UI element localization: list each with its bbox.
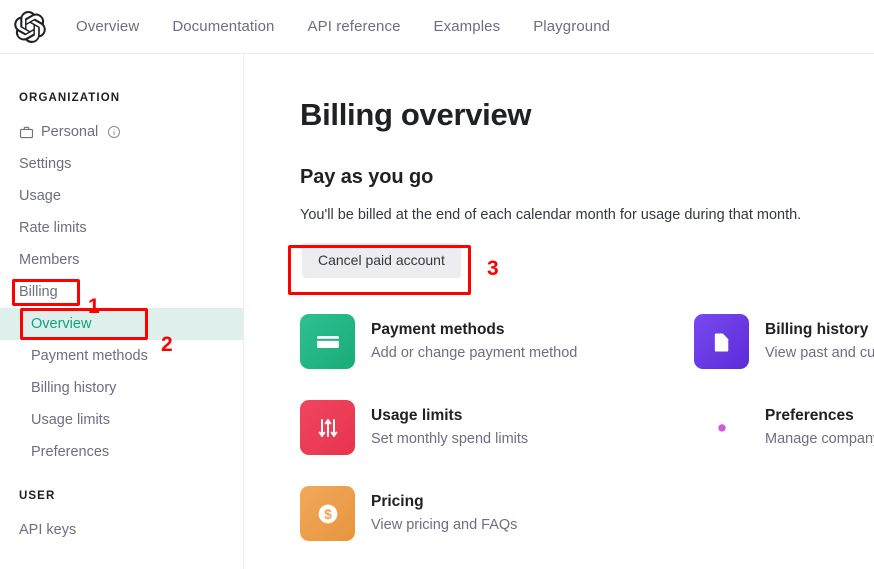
sidebar-item-members[interactable]: Members <box>0 244 243 276</box>
gear-icon <box>694 400 749 455</box>
page-title: Billing overview <box>300 97 874 133</box>
sidebar-item-personal-label: Personal <box>41 122 98 142</box>
dollar-circle-icon: $ <box>300 486 355 541</box>
sidebar-item-settings[interactable]: Settings <box>0 148 243 180</box>
card-title: Billing history <box>765 319 874 340</box>
sidebar-spacer <box>0 468 243 490</box>
card-text: Pricing View pricing and FAQs <box>371 486 517 535</box>
section-title-pay-as-you-go: Pay as you go <box>300 166 874 189</box>
card-title: Usage limits <box>371 405 528 426</box>
card-text: Payment methods Add or change payment me… <box>371 314 577 363</box>
card-usage-limits[interactable]: Usage limits Set monthly spend limits <box>300 400 694 486</box>
sidebar-subitem-usage-limits[interactable]: Usage limits <box>0 404 243 436</box>
sidebar-item-rate-limits-label: Rate limits <box>19 218 87 238</box>
card-subtitle: Add or change payment method <box>371 343 577 363</box>
card-title: Payment methods <box>371 319 577 340</box>
card-preferences[interactable]: Preferences Manage company details <box>694 400 874 486</box>
card-text: Preferences Manage company details <box>765 400 874 449</box>
section-description: You'll be billed at the end of each cale… <box>300 207 874 223</box>
sidebar-section-user: USER <box>0 490 243 502</box>
sidebar-item-api-keys-label: API keys <box>19 520 76 540</box>
card-subtitle: View pricing and FAQs <box>371 515 517 535</box>
sidebar-item-usage-label: Usage <box>19 186 61 206</box>
nav-link-overview[interactable]: Overview <box>76 18 139 35</box>
card-payment-methods[interactable]: Payment methods Add or change payment me… <box>300 314 694 400</box>
sidebar-section-organization: ORGANIZATION <box>0 92 243 104</box>
top-nav-links: Overview Documentation API reference Exa… <box>76 18 643 35</box>
card-pricing[interactable]: $ Pricing View pricing and FAQs <box>300 486 694 569</box>
cancel-paid-account-button[interactable]: Cancel paid account <box>302 243 461 278</box>
sidebar-item-billing-label: Billing <box>19 282 58 302</box>
billing-card-grid: Payment methods Add or change payment me… <box>300 314 874 569</box>
card-text: Billing history View past and current in… <box>765 314 874 363</box>
document-icon <box>694 314 749 369</box>
svg-text:$: $ <box>324 506 332 521</box>
nav-link-documentation[interactable]: Documentation <box>172 18 274 35</box>
sliders-icon <box>300 400 355 455</box>
card-title: Pricing <box>371 491 517 512</box>
sidebar-item-usage[interactable]: Usage <box>0 180 243 212</box>
briefcase-icon <box>19 125 34 140</box>
sidebar-subitem-preferences[interactable]: Preferences <box>0 436 243 468</box>
sidebar-item-api-keys[interactable]: API keys <box>0 514 243 546</box>
nav-link-playground[interactable]: Playground <box>533 18 610 35</box>
sidebar-subitem-overview[interactable]: Overview <box>0 308 243 340</box>
card-subtitle: View past and current invoices <box>765 343 874 363</box>
openai-logo[interactable] <box>14 11 46 43</box>
card-text: Usage limits Set monthly spend limits <box>371 400 528 449</box>
top-navigation-bar: Overview Documentation API reference Exa… <box>0 0 874 54</box>
credit-card-icon <box>300 314 355 369</box>
sidebar: ORGANIZATION Personal Settings Usage Rat… <box>0 54 244 569</box>
sidebar-item-members-label: Members <box>19 250 79 270</box>
card-title: Preferences <box>765 405 874 426</box>
sidebar-item-personal[interactable]: Personal <box>0 116 243 148</box>
card-subtitle: Manage company details <box>765 429 874 449</box>
card-subtitle: Set monthly spend limits <box>371 429 528 449</box>
nav-link-api-reference[interactable]: API reference <box>308 18 401 35</box>
nav-link-examples[interactable]: Examples <box>434 18 501 35</box>
sidebar-item-rate-limits[interactable]: Rate limits <box>0 212 243 244</box>
card-billing-history[interactable]: Billing history View past and current in… <box>694 314 874 400</box>
sidebar-subitem-payment-methods[interactable]: Payment methods <box>0 340 243 372</box>
sidebar-item-settings-label: Settings <box>19 154 71 174</box>
main-content: Billing overview Pay as you go You'll be… <box>244 54 874 569</box>
sidebar-item-billing[interactable]: Billing <box>0 276 243 308</box>
sidebar-subitem-billing-history[interactable]: Billing history <box>0 372 243 404</box>
info-circle-icon[interactable] <box>107 125 121 139</box>
